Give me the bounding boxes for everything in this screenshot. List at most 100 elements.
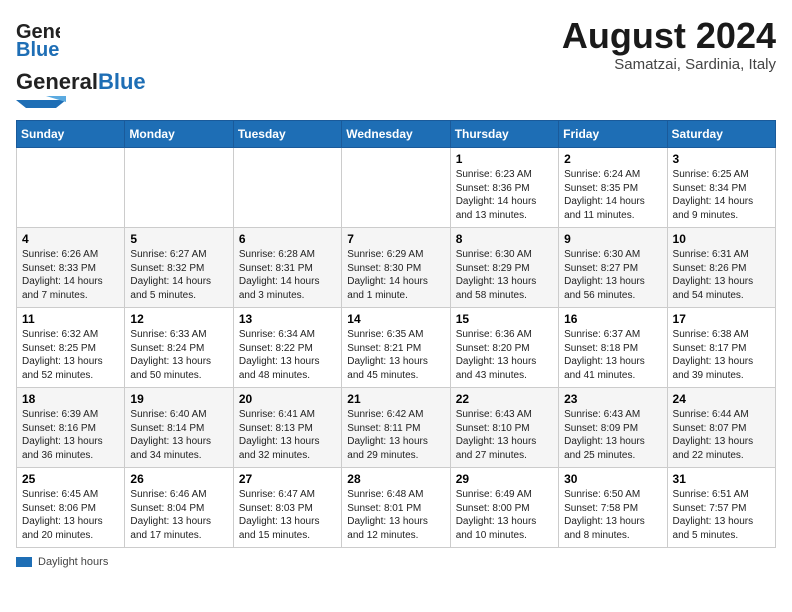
calendar-week-row: 18Sunrise: 6:39 AM Sunset: 8:16 PM Dayli… bbox=[17, 388, 776, 468]
day-number: 12 bbox=[130, 312, 227, 326]
calendar-cell bbox=[17, 148, 125, 228]
calendar-cell: 1Sunrise: 6:23 AM Sunset: 8:36 PM Daylig… bbox=[450, 148, 558, 228]
day-number: 18 bbox=[22, 392, 119, 406]
cell-info: Sunrise: 6:51 AM Sunset: 7:57 PM Dayligh… bbox=[673, 488, 770, 542]
calendar-week-row: 1Sunrise: 6:23 AM Sunset: 8:36 PM Daylig… bbox=[17, 148, 776, 228]
logo-wave bbox=[16, 96, 66, 108]
logo-icon: General Blue bbox=[16, 16, 60, 60]
day-number: 7 bbox=[347, 232, 444, 246]
cell-info: Sunrise: 6:33 AM Sunset: 8:24 PM Dayligh… bbox=[130, 328, 227, 382]
calendar-cell: 5Sunrise: 6:27 AM Sunset: 8:32 PM Daylig… bbox=[125, 228, 233, 308]
cell-info: Sunrise: 6:40 AM Sunset: 8:14 PM Dayligh… bbox=[130, 408, 227, 462]
cell-info: Sunrise: 6:37 AM Sunset: 8:18 PM Dayligh… bbox=[564, 328, 661, 382]
page-header: General Blue GeneralBlue August 2024 Sam… bbox=[16, 16, 776, 108]
calendar-cell: 7Sunrise: 6:29 AM Sunset: 8:30 PM Daylig… bbox=[342, 228, 450, 308]
calendar-cell bbox=[233, 148, 341, 228]
cell-info: Sunrise: 6:28 AM Sunset: 8:31 PM Dayligh… bbox=[239, 248, 336, 302]
day-number: 10 bbox=[673, 232, 770, 246]
day-number: 16 bbox=[564, 312, 661, 326]
cell-info: Sunrise: 6:27 AM Sunset: 8:32 PM Dayligh… bbox=[130, 248, 227, 302]
calendar-cell: 28Sunrise: 6:48 AM Sunset: 8:01 PM Dayli… bbox=[342, 468, 450, 548]
cell-info: Sunrise: 6:46 AM Sunset: 8:04 PM Dayligh… bbox=[130, 488, 227, 542]
day-number: 8 bbox=[456, 232, 553, 246]
calendar-cell: 16 Sunrise: 6:37 AM Sunset: 8:18 PM Dayli… bbox=[559, 308, 667, 388]
day-number: 25 bbox=[22, 472, 119, 486]
day-number: 19 bbox=[130, 392, 227, 406]
calendar-cell: 12 Sunrise: 6:33 AM Sunset: 8:24 PM Dayli… bbox=[125, 308, 233, 388]
day-number: 2 bbox=[564, 152, 661, 166]
day-number: 14 bbox=[347, 312, 444, 326]
cell-info: Sunrise: 6:47 AM Sunset: 8:03 PM Dayligh… bbox=[239, 488, 336, 542]
day-number: 31 bbox=[673, 472, 770, 486]
calendar-cell: 14Sunrise: 6:35 AM Sunset: 8:21 PM Dayli… bbox=[342, 308, 450, 388]
calendar-cell: 23 Sunrise: 6:43 AM Sunset: 8:09 PM Dayli… bbox=[559, 388, 667, 468]
day-number: 6 bbox=[239, 232, 336, 246]
calendar-day-header: Thursday bbox=[450, 121, 558, 148]
svg-text:Blue: Blue bbox=[16, 39, 59, 60]
cell-info: Sunrise: 6:45 AM Sunset: 8:06 PM Dayligh… bbox=[22, 488, 119, 542]
calendar-cell: 18Sunrise: 6:39 AM Sunset: 8:16 PM Dayli… bbox=[17, 388, 125, 468]
cell-info: Sunrise: 6:25 AM Sunset: 8:34 PM Dayligh… bbox=[673, 168, 770, 222]
location-subtitle: Samatzai, Sardinia, Italy bbox=[562, 56, 776, 73]
calendar-day-header: Wednesday bbox=[342, 121, 450, 148]
cell-info: Sunrise: 6:43 AM Sunset: 8:10 PM Dayligh… bbox=[456, 408, 553, 462]
cell-info: Sunrise: 6:36 AM Sunset: 8:20 PM Dayligh… bbox=[456, 328, 553, 382]
logo-general: General bbox=[16, 69, 98, 94]
day-number: 9 bbox=[564, 232, 661, 246]
cell-info: Sunrise: 6:23 AM Sunset: 8:36 PM Dayligh… bbox=[456, 168, 553, 222]
legend: Daylight hours bbox=[16, 556, 776, 568]
cell-info: Sunrise: 6:26 AM Sunset: 8:33 PM Dayligh… bbox=[22, 248, 119, 302]
calendar-table: SundayMondayTuesdayWednesdayThursdayFrid… bbox=[16, 120, 776, 548]
cell-info: Sunrise: 6:38 AM Sunset: 8:17 PM Dayligh… bbox=[673, 328, 770, 382]
calendar-cell: 15 Sunrise: 6:36 AM Sunset: 8:20 PM Dayli… bbox=[450, 308, 558, 388]
legend-color-box bbox=[16, 557, 32, 567]
logo-blue: Blue bbox=[98, 69, 146, 94]
cell-info: Sunrise: 6:41 AM Sunset: 8:13 PM Dayligh… bbox=[239, 408, 336, 462]
calendar-cell: 8 Sunrise: 6:30 AM Sunset: 8:29 PM Daylig… bbox=[450, 228, 558, 308]
cell-info: Sunrise: 6:48 AM Sunset: 8:01 PM Dayligh… bbox=[347, 488, 444, 542]
calendar-day-header: Monday bbox=[125, 121, 233, 148]
calendar-cell: 6 Sunrise: 6:28 AM Sunset: 8:31 PM Daylig… bbox=[233, 228, 341, 308]
day-number: 26 bbox=[130, 472, 227, 486]
cell-info: Sunrise: 6:30 AM Sunset: 8:29 PM Dayligh… bbox=[456, 248, 553, 302]
day-number: 3 bbox=[673, 152, 770, 166]
calendar-header-row: SundayMondayTuesdayWednesdayThursdayFrid… bbox=[17, 121, 776, 148]
calendar-cell: 21Sunrise: 6:42 AM Sunset: 8:11 PM Dayli… bbox=[342, 388, 450, 468]
calendar-cell: 2 Sunrise: 6:24 AM Sunset: 8:35 PM Daylig… bbox=[559, 148, 667, 228]
calendar-cell: 10Sunrise: 6:31 AM Sunset: 8:26 PM Dayli… bbox=[667, 228, 775, 308]
cell-info: Sunrise: 6:43 AM Sunset: 8:09 PM Dayligh… bbox=[564, 408, 661, 462]
calendar-cell bbox=[125, 148, 233, 228]
calendar-week-row: 11Sunrise: 6:32 AM Sunset: 8:25 PM Dayli… bbox=[17, 308, 776, 388]
cell-info: Sunrise: 6:30 AM Sunset: 8:27 PM Dayligh… bbox=[564, 248, 661, 302]
cell-info: Sunrise: 6:44 AM Sunset: 8:07 PM Dayligh… bbox=[673, 408, 770, 462]
calendar-cell: 24Sunrise: 6:44 AM Sunset: 8:07 PM Dayli… bbox=[667, 388, 775, 468]
calendar-cell: 20 Sunrise: 6:41 AM Sunset: 8:13 PM Dayli… bbox=[233, 388, 341, 468]
cell-info: Sunrise: 6:42 AM Sunset: 8:11 PM Dayligh… bbox=[347, 408, 444, 462]
day-number: 15 bbox=[456, 312, 553, 326]
calendar-cell: 30Sunrise: 6:50 AM Sunset: 7:58 PM Dayli… bbox=[559, 468, 667, 548]
calendar-cell: 27Sunrise: 6:47 AM Sunset: 8:03 PM Dayli… bbox=[233, 468, 341, 548]
day-number: 13 bbox=[239, 312, 336, 326]
calendar-cell: 3 Sunrise: 6:25 AM Sunset: 8:34 PM Daylig… bbox=[667, 148, 775, 228]
cell-info: Sunrise: 6:24 AM Sunset: 8:35 PM Dayligh… bbox=[564, 168, 661, 222]
calendar-cell: 11Sunrise: 6:32 AM Sunset: 8:25 PM Dayli… bbox=[17, 308, 125, 388]
calendar-day-header: Saturday bbox=[667, 121, 775, 148]
day-number: 4 bbox=[22, 232, 119, 246]
day-number: 30 bbox=[564, 472, 661, 486]
legend-label: Daylight hours bbox=[38, 556, 108, 568]
calendar-day-header: Friday bbox=[559, 121, 667, 148]
day-number: 17 bbox=[673, 312, 770, 326]
day-number: 20 bbox=[239, 392, 336, 406]
day-number: 23 bbox=[564, 392, 661, 406]
day-number: 11 bbox=[22, 312, 119, 326]
calendar-cell bbox=[342, 148, 450, 228]
logo: General Blue GeneralBlue bbox=[16, 16, 146, 108]
calendar-cell: 17 Sunrise: 6:38 AM Sunset: 8:17 PM Dayli… bbox=[667, 308, 775, 388]
calendar-cell: 19 Sunrise: 6:40 AM Sunset: 8:14 PM Dayli… bbox=[125, 388, 233, 468]
calendar-week-row: 4 Sunrise: 6:26 AM Sunset: 8:33 PM Daylig… bbox=[17, 228, 776, 308]
day-number: 22 bbox=[456, 392, 553, 406]
calendar-day-header: Tuesday bbox=[233, 121, 341, 148]
calendar-cell: 13Sunrise: 6:34 AM Sunset: 8:22 PM Dayli… bbox=[233, 308, 341, 388]
calendar-cell: 25 Sunrise: 6:45 AM Sunset: 8:06 PM Dayli… bbox=[17, 468, 125, 548]
month-title: August 2024 bbox=[562, 16, 776, 56]
